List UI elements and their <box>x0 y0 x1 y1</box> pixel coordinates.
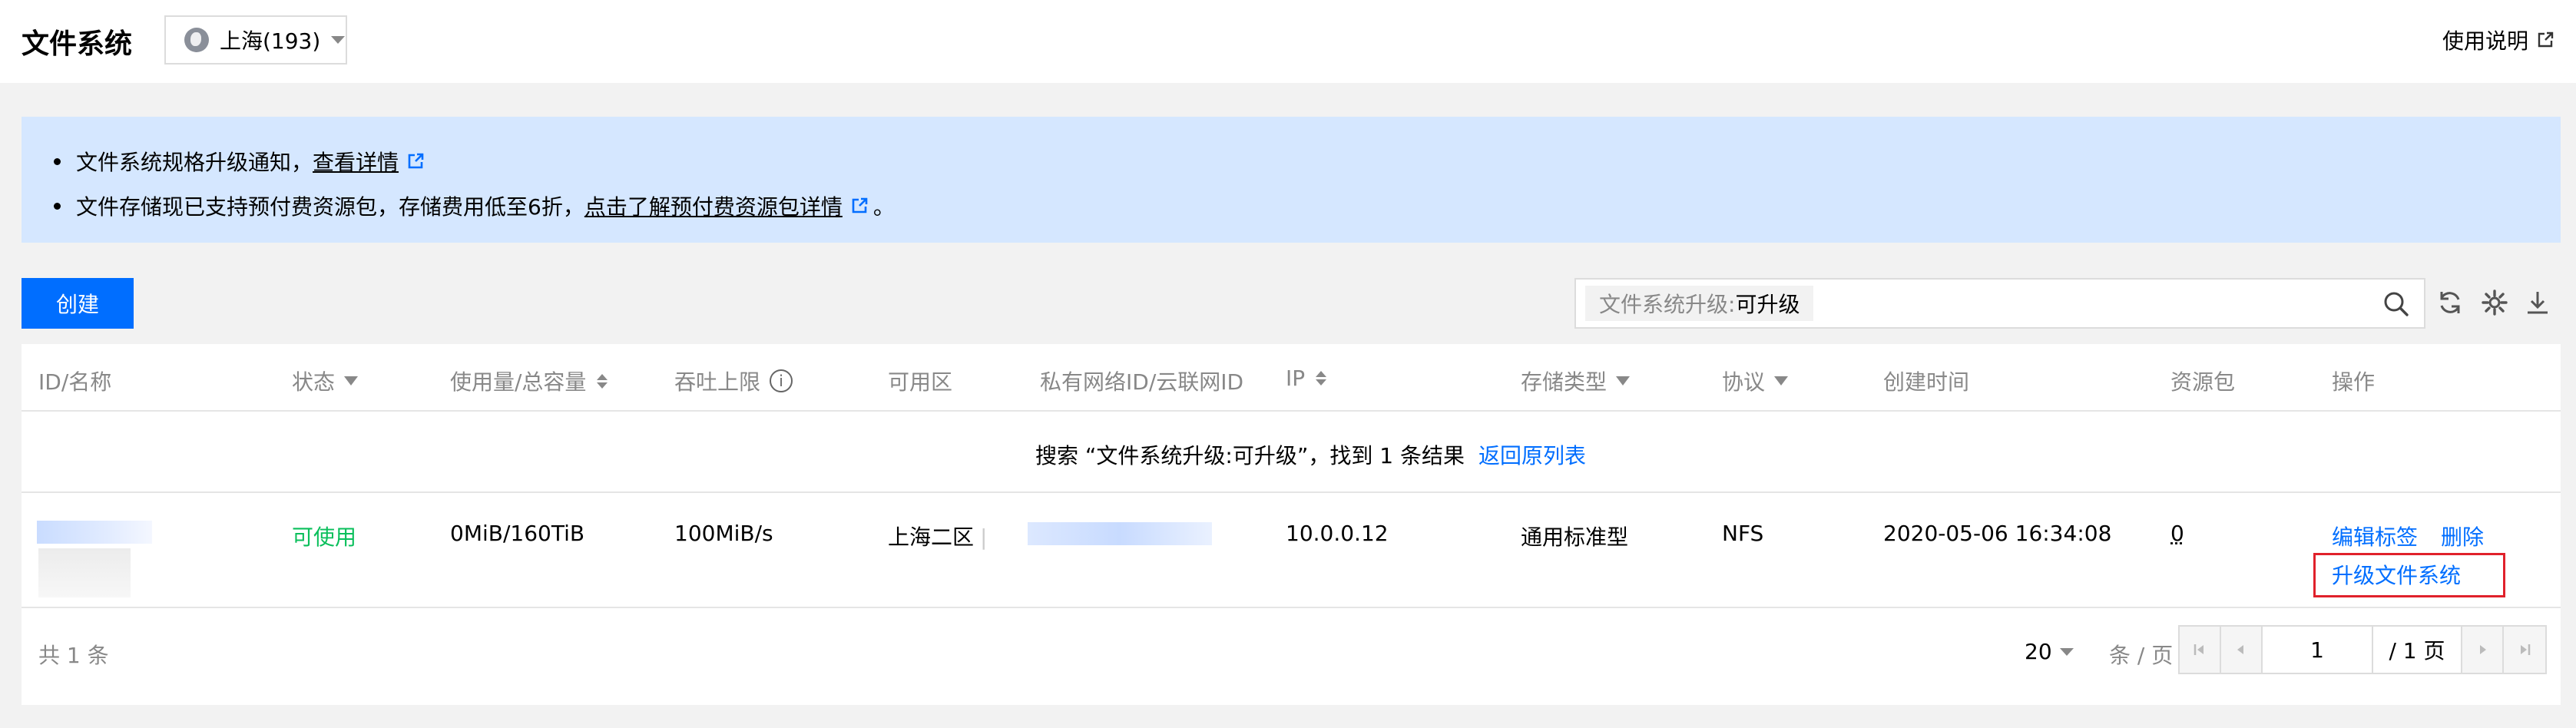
zone-cell: 上海二区 | <box>888 524 988 550</box>
last-page-icon <box>2521 644 2531 655</box>
delete-link[interactable]: 删除 <box>2441 521 2484 551</box>
search-result-row: 搜索 “文件系统升级:可升级”，找到 1 条结果 返回原列表 <box>22 413 2561 493</box>
sort-icon[interactable] <box>1316 371 1327 386</box>
total-pages: / 1 页 <box>2373 627 2462 673</box>
prev-page-icon <box>2237 645 2243 654</box>
prepaid-details-link[interactable]: 点击了解预付费资源包详情 <box>584 190 843 221</box>
edit-tags-link[interactable]: 编辑标签 <box>2332 521 2418 551</box>
download-icon[interactable] <box>2524 289 2551 316</box>
resource-pack-cell[interactable]: 0 <box>2170 521 2184 546</box>
help-link[interactable]: 使用说明 <box>2442 25 2554 55</box>
file-system-table: ID/名称 状态 使用量/总容量 吞吐上限 i 可用区 私有网络ID/云联网ID … <box>22 344 2561 705</box>
bullet <box>54 157 61 165</box>
usage-cell: 0MiB/160TiB <box>450 521 585 546</box>
search-icon[interactable] <box>2382 290 2410 318</box>
redacted-vpc[interactable] <box>1028 522 1212 545</box>
table-row: 可使用 0MiB/160TiB 100MiB/s 上海二区 | 10.0.0.12… <box>22 495 2561 608</box>
column-header-actions: 操作 <box>2332 369 2376 395</box>
next-page-icon <box>2480 645 2486 654</box>
search-tag-key: 文件系统升级: <box>1599 292 1736 317</box>
notice-item-upgrade: 文件系统规格升级通知， 查看详情 <box>54 146 429 177</box>
notice-suffix: 。 <box>872 194 895 220</box>
column-header-ip[interactable]: IP <box>1286 366 1327 391</box>
first-page-icon <box>2194 644 2204 655</box>
column-header-zone: 可用区 <box>888 369 953 395</box>
last-page-button[interactable] <box>2504 627 2545 673</box>
search-input[interactable]: 文件系统升级: 可升级 <box>1574 278 2425 329</box>
chevron-down-icon <box>2059 647 2074 656</box>
column-header-vpc: 私有网络ID/云联网ID <box>1040 369 1244 395</box>
prev-page-button[interactable] <box>2221 627 2263 673</box>
first-page-button[interactable] <box>2180 627 2221 673</box>
column-header-usage[interactable]: 使用量/总容量 <box>450 366 608 396</box>
region-select[interactable]: 上海(193) <box>164 15 347 65</box>
search-filter-tag[interactable]: 文件系统升级: 可升级 <box>1585 286 1814 321</box>
table-header: ID/名称 状态 使用量/总容量 吞吐上限 i 可用区 私有网络ID/云联网ID … <box>22 344 2561 412</box>
filter-icon[interactable] <box>1616 376 1631 386</box>
search-result-text: 搜索 “文件系统升级:可升级”，找到 1 条结果 <box>1035 443 1465 468</box>
page-size-select[interactable]: 20 <box>2025 639 2074 664</box>
throughput-cell: 100MiB/s <box>674 521 773 546</box>
search-result: 搜索 “文件系统升级:可升级”，找到 1 条结果 返回原列表 <box>1035 439 1586 470</box>
region-label: 上海(193) <box>220 28 321 54</box>
ip-cell: 10.0.0.12 <box>1286 521 1389 546</box>
table-footer: 共 1 条 20 条 / 页 / 1 页 <box>22 610 2561 696</box>
column-header-id: ID/名称 <box>38 369 112 395</box>
notice-item-prepaid: 文件存储现已支持预付费资源包，存储费用低至6折， 点击了解预付费资源包详情 。 <box>54 190 895 221</box>
column-header-created: 创建时间 <box>1883 369 1970 395</box>
upgrade-file-system-link[interactable]: 升级文件系统 <box>2332 559 2461 590</box>
page-title: 文件系统 <box>22 28 133 60</box>
globe-icon <box>184 28 209 52</box>
redacted-name <box>38 548 131 597</box>
external-link-icon[interactable] <box>850 197 869 215</box>
info-icon[interactable]: i <box>770 369 793 392</box>
notice-banner: 文件系统规格升级通知， 查看详情 文件存储现已支持预付费资源包，存储费用低至6折… <box>22 117 2561 243</box>
page-number-input[interactable] <box>2263 627 2373 673</box>
per-page-label: 条 / 页 <box>2109 643 2174 668</box>
storage-type-cell: 通用标准型 <box>1521 524 1629 550</box>
protocol-cell: NFS <box>1722 521 1764 546</box>
refresh-icon[interactable] <box>2436 289 2464 316</box>
column-header-throughput: 吞吐上限 i <box>674 366 793 396</box>
sort-icon[interactable] <box>597 373 608 389</box>
created-cell: 2020-05-06 16:34:08 <box>1883 521 2112 546</box>
view-details-link[interactable]: 查看详情 <box>313 146 399 177</box>
redacted-id[interactable] <box>37 521 152 544</box>
filter-icon[interactable] <box>1774 376 1789 386</box>
search-tag-value: 可升级 <box>1735 292 1800 317</box>
total-count: 共 1 条 <box>38 643 109 668</box>
back-to-list-link[interactable]: 返回原列表 <box>1478 443 1586 468</box>
status-cell: 可使用 <box>292 524 357 550</box>
column-header-storage-type[interactable]: 存储类型 <box>1521 366 1631 396</box>
filter-icon[interactable] <box>344 376 359 386</box>
column-header-protocol[interactable]: 协议 <box>1722 366 1789 396</box>
page-size-value: 20 <box>2025 639 2052 664</box>
header-bar: 文件系统 上海(193) 使用说明 <box>0 0 2576 83</box>
external-link-icon[interactable] <box>406 152 425 170</box>
create-button[interactable]: 创建 <box>22 278 134 329</box>
notice-text: 文件系统规格升级通知， <box>76 150 313 175</box>
pagination: / 1 页 <box>2178 625 2547 674</box>
gear-icon[interactable] <box>2481 289 2508 316</box>
column-header-status[interactable]: 状态 <box>292 366 359 396</box>
help-label: 使用说明 <box>2442 28 2528 54</box>
column-header-resource-pack: 资源包 <box>2170 369 2236 395</box>
chevron-down-icon <box>331 36 346 44</box>
next-page-button[interactable] <box>2462 627 2504 673</box>
bullet <box>54 202 61 210</box>
external-link-icon <box>2538 31 2554 48</box>
notice-text: 文件存储现已支持预付费资源包，存储费用低至6折， <box>76 194 584 220</box>
